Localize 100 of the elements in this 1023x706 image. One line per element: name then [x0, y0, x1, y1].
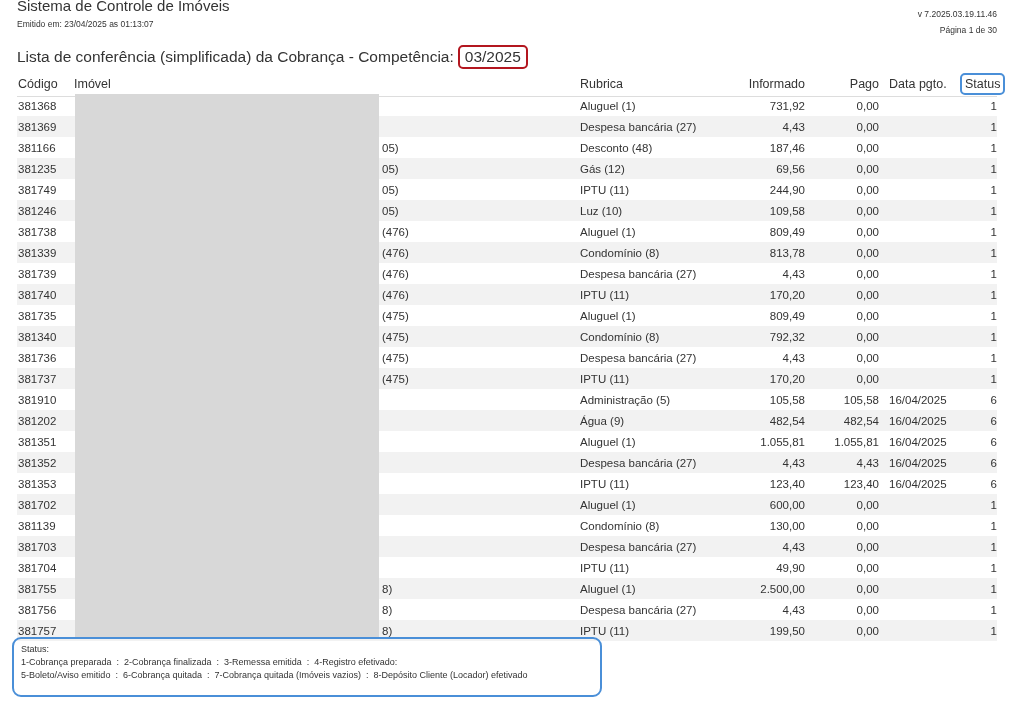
table-cell: 16/04/2025: [889, 456, 947, 469]
table-cell: 123,40: [843, 477, 879, 490]
table-cell: Despesa bancária (27): [580, 120, 697, 133]
column-header: Código: [18, 77, 58, 91]
table-cell: 6: [990, 435, 997, 448]
table-cell: Aluguel (1): [580, 309, 636, 322]
table-cell: Gás (12): [580, 162, 625, 175]
table-cell: 381235: [18, 162, 57, 175]
table-cell: 381702: [18, 498, 57, 511]
table-cell: Despesa bancária (27): [580, 267, 697, 280]
table-cell: 381351: [18, 435, 57, 448]
table-cell: 05): [382, 162, 399, 175]
table-cell: Aluguel (1): [580, 225, 636, 238]
table-cell: 813,78: [769, 246, 805, 259]
table-cell: 1: [990, 519, 997, 532]
report-title: Sistema de Controle de Imóveis: [17, 0, 230, 15]
table-cell: 1: [990, 246, 997, 259]
table-cell: (476): [382, 288, 409, 301]
table-cell: 8): [382, 582, 393, 595]
column-header: Status: [960, 73, 1006, 95]
table-cell: 1: [990, 351, 997, 364]
table-cell: 05): [382, 141, 399, 154]
table-cell: 381352: [18, 456, 57, 469]
table-cell: 1: [990, 624, 997, 637]
table-cell: 381738: [18, 225, 57, 238]
table-cell: Desconto (48): [580, 141, 653, 154]
table-cell: Aluguel (1): [580, 582, 636, 595]
table-cell: 0,00: [856, 99, 879, 112]
table-cell: 381735: [18, 309, 57, 322]
table-cell: (475): [382, 330, 409, 343]
table-cell: IPTU (11): [580, 624, 629, 637]
table-cell: (475): [382, 372, 409, 385]
table-cell: 381369: [18, 120, 57, 133]
table-cell: 0,00: [856, 141, 879, 154]
table-cell: 1.055,81: [834, 435, 879, 448]
table-cell: 1: [990, 498, 997, 511]
table-cell: 1: [990, 603, 997, 616]
table-cell: 381757: [18, 624, 57, 637]
table-cell: 1: [990, 288, 997, 301]
table-cell: 1: [990, 267, 997, 280]
table-cell: 381910: [18, 393, 57, 406]
table-cell: Aluguel (1): [580, 498, 636, 511]
table-cell: 6: [990, 477, 997, 490]
table-cell: 8): [382, 603, 393, 616]
table-cell: 381340: [18, 330, 57, 343]
table-cell: 381737: [18, 372, 57, 385]
column-header: Data pgto.: [889, 77, 947, 91]
legend-line: 5-Boleto/Aviso emitido : 6-Cobrança quitada : 7-Cobrança quitada (Imóveis vazios) : 8-Depósito Cliente (Locador) efetivado: [21, 669, 529, 682]
table-cell: IPTU (11): [580, 561, 629, 574]
column-header: Rubrica: [580, 77, 624, 91]
table-cell: 381739: [18, 267, 57, 280]
table-cell: 792,32: [769, 330, 805, 343]
table-cell: 600,00: [769, 498, 805, 511]
table-cell: IPTU (11): [580, 183, 629, 196]
table-cell: Aluguel (1): [580, 99, 636, 112]
table-cell: 244,90: [769, 183, 805, 196]
table-cell: 381139: [18, 519, 56, 532]
table-cell: 1: [990, 330, 997, 343]
table-cell: 0,00: [856, 351, 879, 364]
table-cell: 199,50: [769, 624, 805, 637]
table-cell: 0,00: [856, 624, 879, 637]
table-cell: 05): [382, 183, 399, 196]
table-cell: 1: [990, 225, 997, 238]
table-cell: Despesa bancária (27): [580, 351, 697, 364]
table-cell: 381166: [18, 141, 56, 154]
table-cell: 381704: [18, 561, 57, 574]
table-cell: 4,43: [782, 351, 805, 364]
table-cell: Luz (10): [580, 204, 623, 217]
table-cell: 0,00: [856, 120, 879, 133]
table-cell: 187,46: [769, 141, 805, 154]
table-cell: 381749: [18, 183, 57, 196]
table-cell: 0,00: [856, 561, 879, 574]
table-cell: 809,49: [769, 225, 805, 238]
table-cell: Condomínio (8): [580, 246, 660, 259]
table-cell: 0,00: [856, 519, 879, 532]
table-cell: 1: [990, 120, 997, 133]
table-cell: 381703: [18, 540, 57, 553]
emission-date: Emitido em: 23/04/2025 as 01:13:07: [17, 19, 155, 29]
table-cell: 130,00: [769, 519, 805, 532]
table-cell: 1: [990, 540, 997, 553]
table-cell: 381202: [18, 414, 57, 427]
table-cell: 1: [990, 99, 997, 112]
table-cell: 170,20: [769, 372, 805, 385]
table-cell: 4,43: [782, 120, 805, 133]
table-cell: (476): [382, 225, 409, 238]
table-cell: IPTU (11): [580, 372, 629, 385]
table-cell: 381736: [18, 351, 57, 364]
table-cell: 381740: [18, 288, 57, 301]
table-cell: 0,00: [856, 582, 879, 595]
table-cell: 16/04/2025: [889, 393, 947, 406]
table-cell: 1.055,81: [760, 435, 805, 448]
table-cell: 1: [990, 204, 997, 217]
table-cell: 0,00: [856, 246, 879, 259]
table-cell: 05): [382, 204, 399, 217]
column-header: Pago: [849, 77, 879, 91]
table-cell: 6: [990, 456, 997, 469]
competencia-value: 03/2025: [457, 45, 528, 69]
table-cell: 4,43: [856, 456, 879, 469]
table-cell: 0,00: [856, 225, 879, 238]
table-cell: 0,00: [856, 330, 879, 343]
